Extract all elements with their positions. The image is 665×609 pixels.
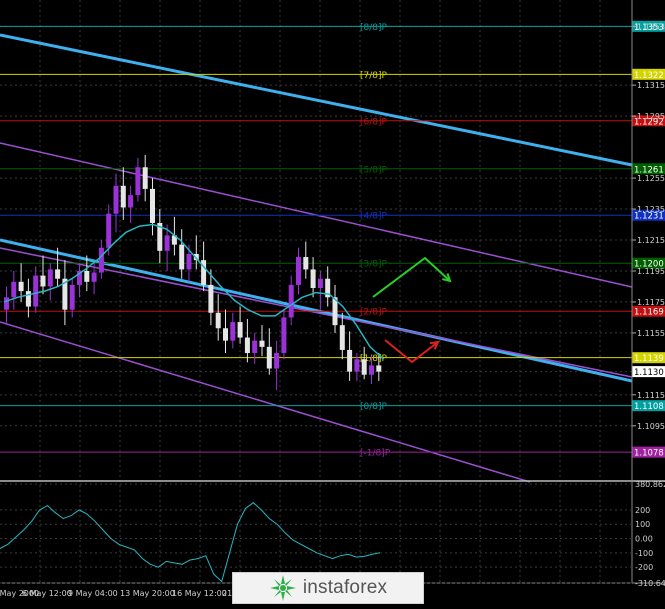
price-axis-label: 1.1235 <box>637 205 665 214</box>
price-axis-label: 1.1295 <box>637 112 665 121</box>
price-axis-label: 1.1175 <box>637 298 665 307</box>
price-tag-text: 1.1169 <box>634 308 664 318</box>
candle-body <box>18 281 24 292</box>
osc-axis-label: -200 <box>635 563 653 572</box>
candle-body <box>106 213 112 248</box>
price-axis-label: 1.1155 <box>637 329 665 338</box>
candle-body <box>25 291 31 307</box>
time-axis-label: 16 May 12:00 <box>172 589 227 598</box>
current-price-text: 1.1130 <box>634 368 664 378</box>
candle-body <box>4 297 9 310</box>
candle-body <box>288 284 294 318</box>
murrey-level-label: [4/8]P <box>360 212 388 222</box>
osc-axis-label: 380.862 <box>635 480 665 489</box>
time-axis-label: 13 May 20:00 <box>120 589 175 598</box>
price-axis-label: 1.1215 <box>637 236 665 245</box>
candle-body <box>208 284 214 313</box>
price-axis-label: 1.1095 <box>637 422 665 431</box>
candle-body <box>164 235 170 251</box>
candle-body <box>40 275 46 287</box>
price-tag-text: 1.1078 <box>634 449 664 459</box>
price-axis-label: 1.1195 <box>637 267 665 276</box>
candle-body <box>84 270 90 282</box>
murrey-level-label: [3/8]P <box>360 260 388 270</box>
price-axis-label: 1.1315 <box>637 81 665 90</box>
candle-body <box>354 359 360 372</box>
instaforex-logo-icon <box>269 575 296 601</box>
osc-axis-label: 0.00 <box>635 535 653 544</box>
candle-body <box>361 359 367 375</box>
murrey-level-label: [-1/8]P <box>360 449 391 459</box>
upper-channel-line <box>0 33 633 167</box>
candle-body <box>128 195 134 208</box>
watermark-text: instaforex <box>302 577 388 598</box>
time-axis-label: 6 May 12:00 <box>22 589 72 598</box>
candle-body <box>281 317 287 354</box>
candle-body <box>296 257 301 285</box>
osc-axis-label: 200 <box>635 506 650 515</box>
candle-body <box>244 337 250 354</box>
candle-body <box>69 284 75 310</box>
price-axis-label: 1.1115 <box>637 391 665 400</box>
price-axis-label: 1.1353 <box>637 22 665 31</box>
price-tag-text: 1.1322 <box>634 71 664 81</box>
chart-stage: [8/8]P 1.1353 [7/8]P 1.1322 [6/8]P 1.1292 [5/8… <box>0 0 665 605</box>
candle-body <box>252 340 258 354</box>
grid-lines <box>0 0 632 583</box>
candle-body <box>376 365 382 372</box>
candle-body <box>237 322 243 338</box>
candle-body <box>33 275 39 307</box>
cci-line <box>0 502 381 583</box>
candle-body <box>91 272 97 282</box>
candle-body <box>266 346 272 369</box>
price-chart-svg: [8/8]P 1.1353[7/8]P 1.1322[6/8]P 1.1292[5/8… <box>0 0 665 598</box>
time-axis-label: 9 May 04:00 <box>68 589 118 598</box>
price-axis-label: 1.1255 <box>637 174 665 183</box>
murrey-level-label: [7/8]P <box>360 71 388 81</box>
candles <box>4 154 382 391</box>
candle-body <box>179 244 185 270</box>
candle-body <box>215 312 221 329</box>
murrey-level-label: [2/8]P <box>360 308 388 318</box>
price-tag-text: 1.1139 <box>634 354 664 364</box>
murrey-level-label: [5/8]P <box>360 165 388 175</box>
osc-axis-label: -310.6495 <box>635 579 665 588</box>
candle-body <box>150 188 155 223</box>
candle-body <box>310 269 316 288</box>
candle-body <box>347 349 353 372</box>
candle-body <box>113 185 119 214</box>
candle-body <box>317 278 323 288</box>
candle-body <box>98 247 104 273</box>
candle-body <box>259 340 265 347</box>
osc-axis-label: -100 <box>635 549 653 558</box>
candle-body <box>11 281 17 298</box>
candle-body <box>303 257 309 270</box>
candle-body <box>186 253 192 270</box>
candle-body <box>223 328 228 341</box>
candle-body <box>55 269 61 279</box>
candle-body <box>230 322 236 341</box>
candle-body <box>142 167 148 189</box>
murrey-level-label: [8/8]P <box>360 23 388 33</box>
candle-body <box>135 167 141 196</box>
candle-body <box>120 185 126 208</box>
candle-body <box>47 269 53 287</box>
candle-body <box>369 365 374 375</box>
murrey-level-label: [6/8]P <box>360 117 388 127</box>
candle-body <box>339 325 345 350</box>
osc-axis-label: 100 <box>635 520 650 529</box>
murrey-level-label: [0/8]P <box>360 402 388 412</box>
candle-body <box>274 353 280 369</box>
price-tag-text: 1.1108 <box>634 402 664 412</box>
forecast-arrow-down <box>384 339 439 364</box>
instaforex-watermark: instaforex <box>232 572 424 604</box>
